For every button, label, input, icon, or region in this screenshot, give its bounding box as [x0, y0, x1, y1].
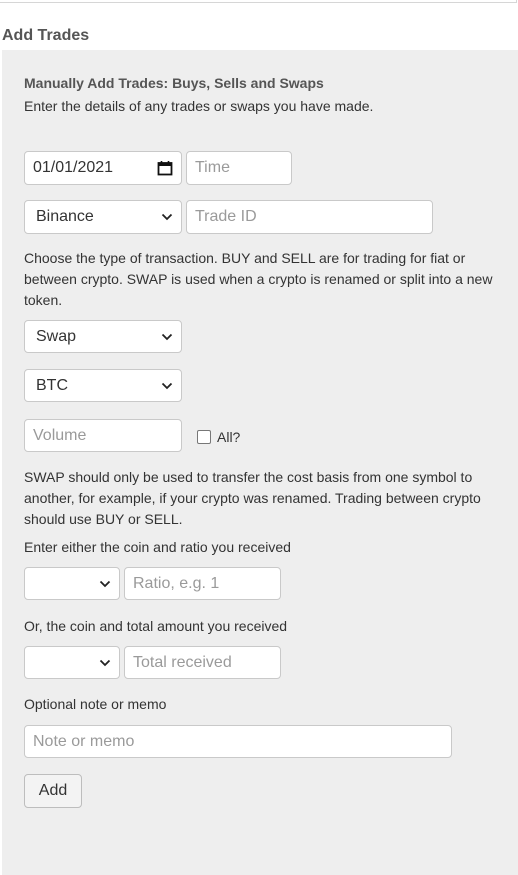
ratio-coin-select[interactable]: [24, 567, 120, 600]
date-input[interactable]: 01/01/2021: [24, 151, 182, 185]
chevron-down-icon: [161, 333, 173, 340]
note-input[interactable]: Note or memo: [24, 725, 452, 758]
total-received-input[interactable]: Total received: [124, 646, 281, 679]
all-checkbox[interactable]: [197, 430, 211, 444]
total-prompt: Or, the coin and total amount you receiv…: [24, 618, 288, 634]
chevron-down-icon: [161, 382, 173, 389]
ratio-prompt: Enter either the coin and ratio you rece…: [24, 539, 291, 555]
note-label: Optional note or memo: [24, 696, 167, 712]
coin-value: BTC: [36, 376, 68, 394]
type-select[interactable]: Swap: [24, 320, 182, 353]
top-divider: [0, 0, 517, 3]
add-trades-panel: Manually Add Trades: Buys, Sells and Swa…: [2, 50, 518, 875]
trade-id-placeholder: Trade ID: [195, 208, 257, 225]
date-value: 01/01/2021: [33, 159, 114, 176]
type-value: Swap: [36, 327, 77, 345]
calendar-icon[interactable]: [157, 160, 173, 176]
time-input[interactable]: Time: [186, 151, 292, 185]
volume-input[interactable]: Volume: [24, 419, 182, 452]
type-help-text: Choose the type of transaction. BUY and …: [24, 250, 493, 308]
coin-select[interactable]: BTC: [24, 369, 182, 402]
note-placeholder: Note or memo: [33, 732, 135, 750]
chevron-down-icon: [99, 659, 111, 666]
chevron-down-icon: [99, 580, 111, 587]
chevron-down-icon: [161, 213, 173, 221]
ratio-input[interactable]: Ratio, e.g. 1: [124, 567, 281, 600]
panel-heading: Manually Add Trades: Buys, Sells and Swa…: [24, 75, 324, 91]
total-coin-select[interactable]: [24, 646, 120, 679]
swap-help-text: SWAP should only be used to transfer the…: [24, 469, 481, 527]
intro-text: Enter the details of any trades or swaps…: [24, 98, 374, 114]
trade-id-input[interactable]: Trade ID: [186, 200, 433, 234]
page-title: Add Trades: [2, 27, 90, 44]
time-placeholder: Time: [195, 159, 230, 176]
add-button[interactable]: Add: [24, 774, 82, 808]
ratio-placeholder: Ratio, e.g. 1: [133, 574, 220, 592]
volume-placeholder: Volume: [33, 426, 87, 444]
all-checkbox-label: All?: [217, 429, 241, 445]
exchange-value: Binance: [36, 208, 94, 225]
exchange-select[interactable]: Binance: [24, 200, 182, 234]
total-placeholder: Total received: [133, 653, 232, 671]
